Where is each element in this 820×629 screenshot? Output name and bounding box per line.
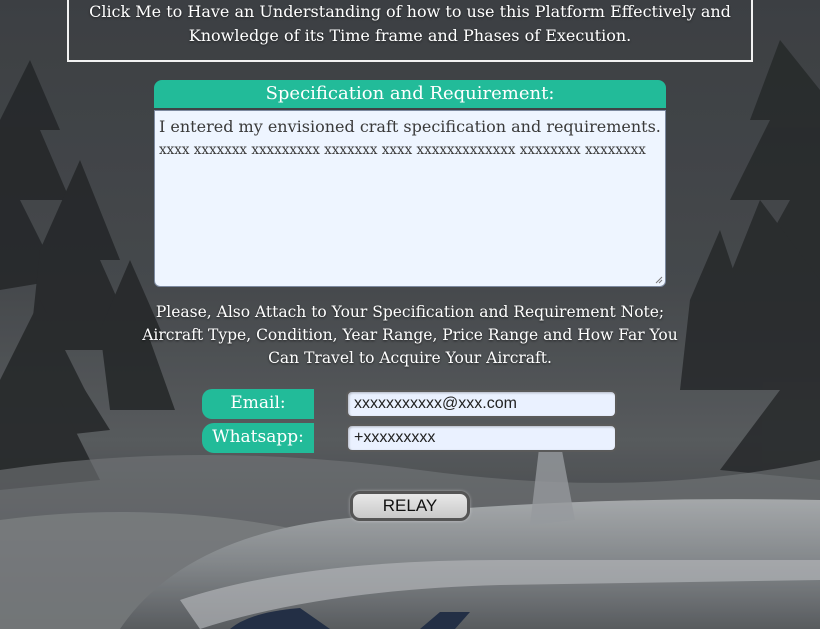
spec-section-title: Specification and Requirement: <box>154 80 666 108</box>
whatsapp-field[interactable] <box>346 424 617 452</box>
spec-text-line-2: xxxx xxxxxxx xxxxxxxxx xxxxxxx xxxx xxxx… <box>159 142 646 158</box>
relay-button[interactable]: RELAY <box>350 491 470 521</box>
spec-textarea[interactable]: I entered my envisioned craft specificat… <box>154 110 666 287</box>
guide-line-1: Click Me to Have an Understanding of how… <box>89 2 731 21</box>
email-label: Email: <box>202 389 314 419</box>
whatsapp-label: Whatsapp: <box>202 423 314 453</box>
spec-text-line-1: I entered my envisioned craft specificat… <box>159 117 661 136</box>
platform-guide-link[interactable]: Click Me to Have an Understanding of how… <box>67 0 753 62</box>
resize-grip-icon[interactable] <box>655 276 663 284</box>
email-field[interactable] <box>346 390 617 418</box>
guide-line-2: Knowledge of its Time frame and Phases o… <box>188 26 632 45</box>
attachment-note: Please, Also Attach to Your Specificatio… <box>142 303 678 367</box>
